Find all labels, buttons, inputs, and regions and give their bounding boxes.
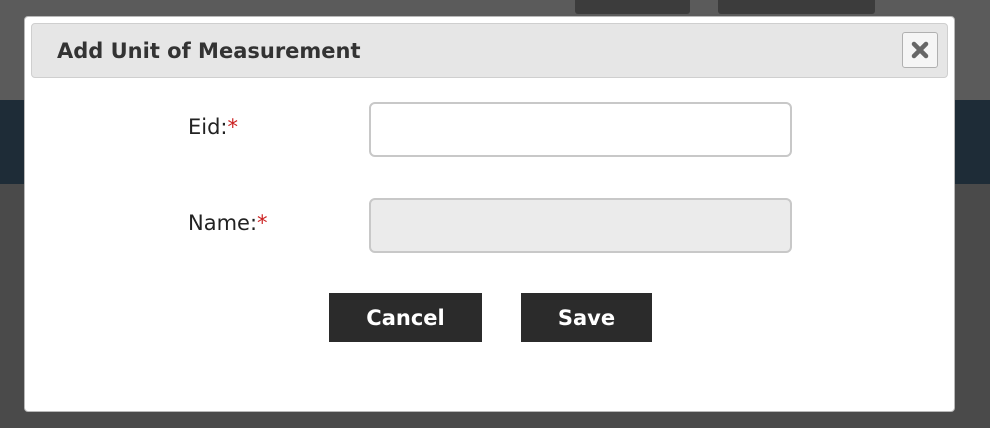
name-label-text: Name:	[188, 211, 258, 235]
name-input[interactable]	[369, 198, 792, 253]
close-icon	[911, 41, 929, 59]
dialog-title: Add Unit of Measurement	[57, 39, 361, 63]
close-button[interactable]	[902, 32, 938, 68]
save-button[interactable]: Save	[521, 293, 652, 342]
cancel-button[interactable]: Cancel	[329, 293, 482, 342]
dialog-titlebar: Add Unit of Measurement	[31, 23, 948, 78]
required-marker: *	[257, 211, 268, 235]
background-button	[575, 0, 690, 14]
required-marker: *	[227, 115, 239, 139]
background-button	[718, 0, 875, 14]
add-unit-dialog: Add Unit of Measurement Eid:* Name:* Can…	[24, 16, 955, 412]
eid-input[interactable]	[369, 102, 792, 157]
eid-label-text: Eid:	[188, 115, 228, 139]
name-label: Name:*	[188, 211, 268, 235]
eid-label: Eid:*	[188, 115, 238, 139]
